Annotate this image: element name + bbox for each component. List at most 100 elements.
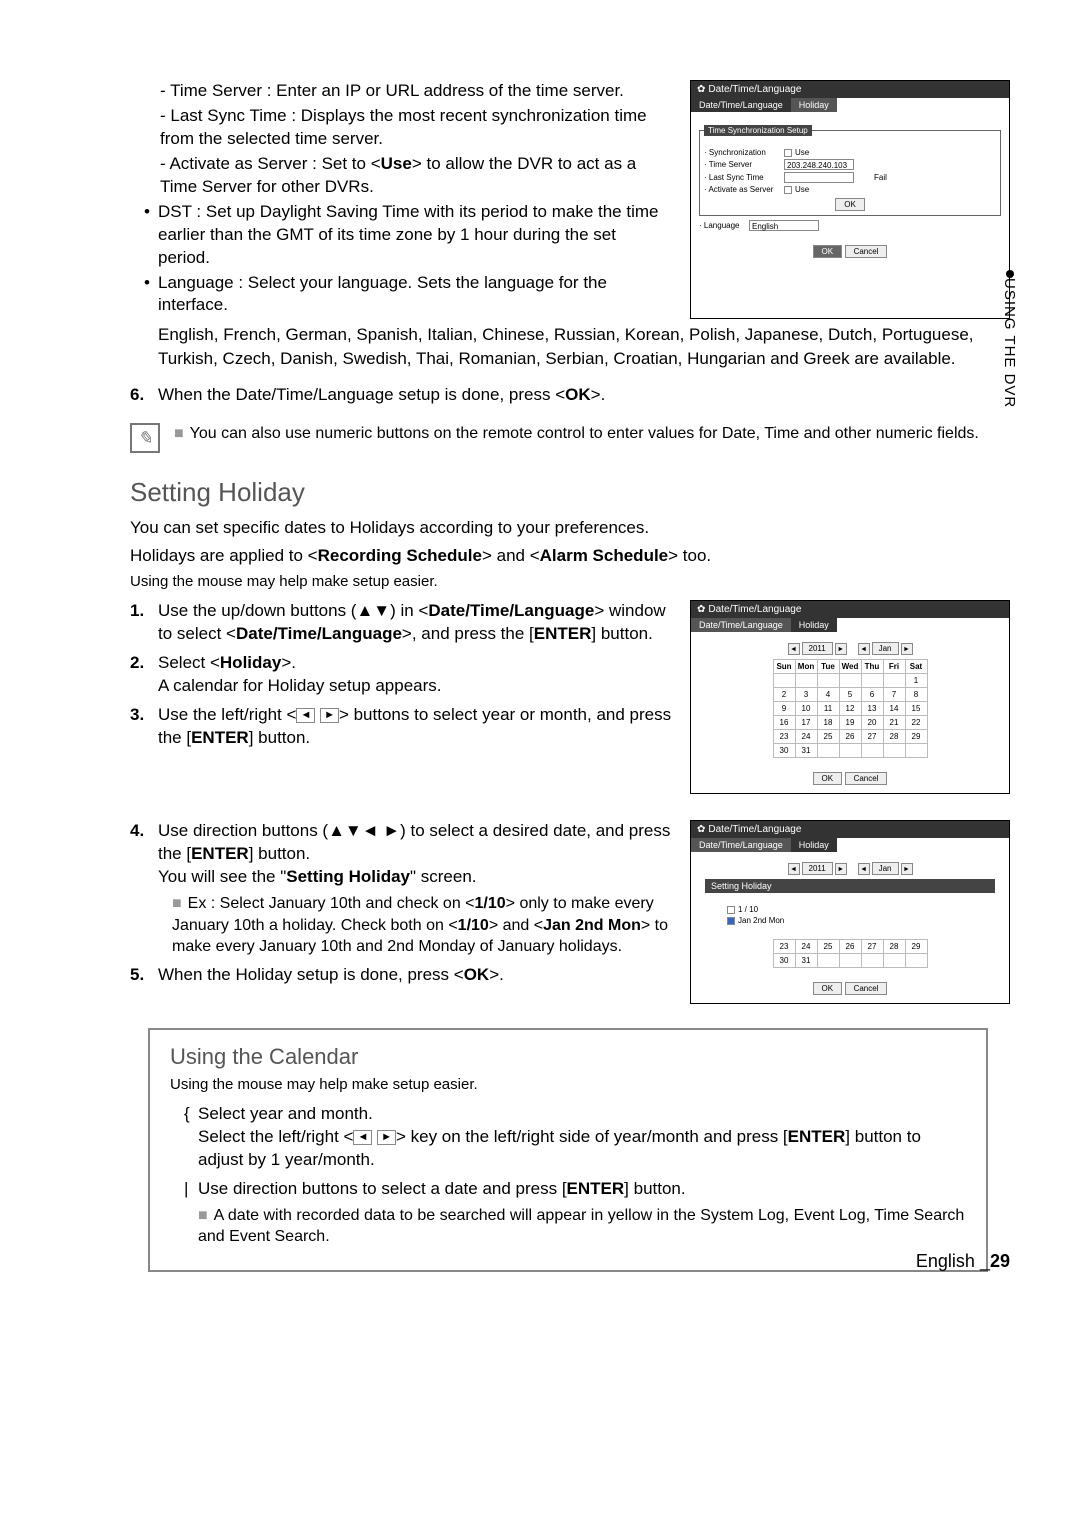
cal-day[interactable]: 12	[839, 702, 861, 716]
cal-day[interactable]: 31	[795, 954, 817, 968]
cal-day[interactable]	[795, 674, 817, 688]
cal-day[interactable]: 21	[883, 716, 905, 730]
month-display[interactable]: Jan	[872, 642, 899, 655]
cal-day[interactable]	[861, 744, 883, 758]
item-time-server: Time Server : Enter an IP or URL address…	[160, 80, 672, 103]
bullet-square-icon: ■	[172, 895, 182, 912]
cal-day[interactable]: 26	[839, 730, 861, 744]
checkbox-1-10[interactable]	[727, 906, 735, 914]
cal-day[interactable]	[883, 744, 905, 758]
setting-holiday-panel-title: Setting Holiday	[705, 879, 995, 893]
month-next-button[interactable]: ►	[901, 863, 913, 875]
cal-day[interactable]	[883, 674, 905, 688]
month-display[interactable]: Jan	[872, 862, 899, 875]
cal-day[interactable]: 28	[883, 940, 905, 954]
cal-day[interactable]: 6	[861, 688, 883, 702]
cal-day[interactable]: 24	[795, 940, 817, 954]
cal-day[interactable]	[773, 674, 795, 688]
cancel-button[interactable]: Cancel	[845, 245, 888, 258]
tab-holiday[interactable]: Holiday	[791, 98, 837, 112]
cal-day[interactable]: 27	[861, 940, 883, 954]
tab-date-time-language[interactable]: Date/Time/Language	[691, 838, 791, 852]
cal-day[interactable]: 17	[795, 716, 817, 730]
cal-day[interactable]: 26	[839, 940, 861, 954]
gear-icon: ✿	[697, 84, 705, 95]
item-dst: DST : Set up Daylight Saving Time with i…	[144, 201, 672, 270]
field-time-server[interactable]: 203.248.240.103	[784, 159, 854, 170]
cal-day[interactable]	[861, 674, 883, 688]
cal-day[interactable]: 13	[861, 702, 883, 716]
sublist-time-options: Time Server : Enter an IP or URL address…	[130, 80, 672, 199]
cal-day[interactable]	[839, 954, 861, 968]
year-prev-button[interactable]: ◄	[788, 863, 800, 875]
left-arrow-button-icon: ◄	[353, 1130, 372, 1145]
cal-day[interactable]	[905, 954, 927, 968]
checkbox-jan-2nd-mon[interactable]	[727, 917, 735, 925]
checkbox-activate[interactable]	[784, 186, 792, 194]
cal-day[interactable]: 8	[905, 688, 927, 702]
tab-date-time-language[interactable]: Date/Time/Language	[691, 618, 791, 632]
cal-day[interactable]	[817, 954, 839, 968]
cal-day[interactable]: 10	[795, 702, 817, 716]
cal-day[interactable]: 22	[905, 716, 927, 730]
cal-day[interactable]: 3	[795, 688, 817, 702]
cal-day[interactable]: 30	[773, 744, 795, 758]
cal-day[interactable]	[817, 744, 839, 758]
cal-day[interactable]: 14	[883, 702, 905, 716]
cal-day[interactable]: 30	[773, 954, 795, 968]
cal-day[interactable]: 23	[773, 730, 795, 744]
cancel-button[interactable]: Cancel	[845, 772, 888, 785]
ok-button[interactable]: OK	[813, 772, 843, 785]
month-next-button[interactable]: ►	[901, 643, 913, 655]
cal-day[interactable]: 31	[795, 744, 817, 758]
cal-day[interactable]: 16	[773, 716, 795, 730]
cal-day[interactable]: 28	[883, 730, 905, 744]
cal-day[interactable]	[905, 744, 927, 758]
cal-day[interactable]: 19	[839, 716, 861, 730]
cal-day[interactable]	[861, 954, 883, 968]
year-next-button[interactable]: ►	[835, 643, 847, 655]
ok-button[interactable]: OK	[813, 245, 843, 258]
panel-title: Time Synchronization Setup	[704, 125, 812, 136]
gear-icon: ✿	[697, 824, 705, 835]
cal-day[interactable]: 23	[773, 940, 795, 954]
cal-day[interactable]: 20	[861, 716, 883, 730]
cal-day[interactable]: 18	[817, 716, 839, 730]
ok-button[interactable]: OK	[813, 982, 843, 995]
cal-day[interactable]: 27	[861, 730, 883, 744]
month-prev-button[interactable]: ◄	[858, 643, 870, 655]
cal-day[interactable]: 24	[795, 730, 817, 744]
year-next-button[interactable]: ►	[835, 863, 847, 875]
cal-day[interactable]	[883, 954, 905, 968]
tab-holiday[interactable]: Holiday	[791, 838, 837, 852]
field-language[interactable]: English	[749, 220, 819, 231]
panel-ok-button[interactable]: OK	[835, 198, 865, 211]
cal-day[interactable]: 2	[773, 688, 795, 702]
cal-day[interactable]	[817, 674, 839, 688]
year-display[interactable]: 2011	[802, 642, 833, 655]
cal-day[interactable]: 4	[817, 688, 839, 702]
tab-date-time-language[interactable]: Date/Time/Language	[691, 98, 791, 112]
calendar-table-partial[interactable]: 23242526272829 3031	[773, 939, 928, 968]
year-display[interactable]: 2011	[802, 862, 833, 875]
cal-day[interactable]	[839, 744, 861, 758]
cal-day[interactable]: 7	[883, 688, 905, 702]
month-prev-button[interactable]: ◄	[858, 863, 870, 875]
tab-holiday[interactable]: Holiday	[791, 618, 837, 632]
cal-day[interactable]: 25	[817, 940, 839, 954]
calendar-table[interactable]: SunMonTueWedThuFriSat 123456789101112131…	[773, 659, 928, 758]
cal-day[interactable]	[839, 674, 861, 688]
cal-day[interactable]: 5	[839, 688, 861, 702]
cal-day[interactable]: 9	[773, 702, 795, 716]
checkbox-sync[interactable]	[784, 149, 792, 157]
cal-day[interactable]: 29	[905, 940, 927, 954]
step-5: 5.When the Holiday setup is done, press …	[158, 964, 672, 987]
cal-day[interactable]: 29	[905, 730, 927, 744]
cal-day[interactable]: 25	[817, 730, 839, 744]
cal-day[interactable]: 1	[905, 674, 927, 688]
cancel-button[interactable]: Cancel	[845, 982, 888, 995]
cal-day[interactable]: 11	[817, 702, 839, 716]
cal-day[interactable]: 15	[905, 702, 927, 716]
year-prev-button[interactable]: ◄	[788, 643, 800, 655]
item-activate-server: Activate as Server : Set to <Use> to all…	[160, 153, 672, 199]
